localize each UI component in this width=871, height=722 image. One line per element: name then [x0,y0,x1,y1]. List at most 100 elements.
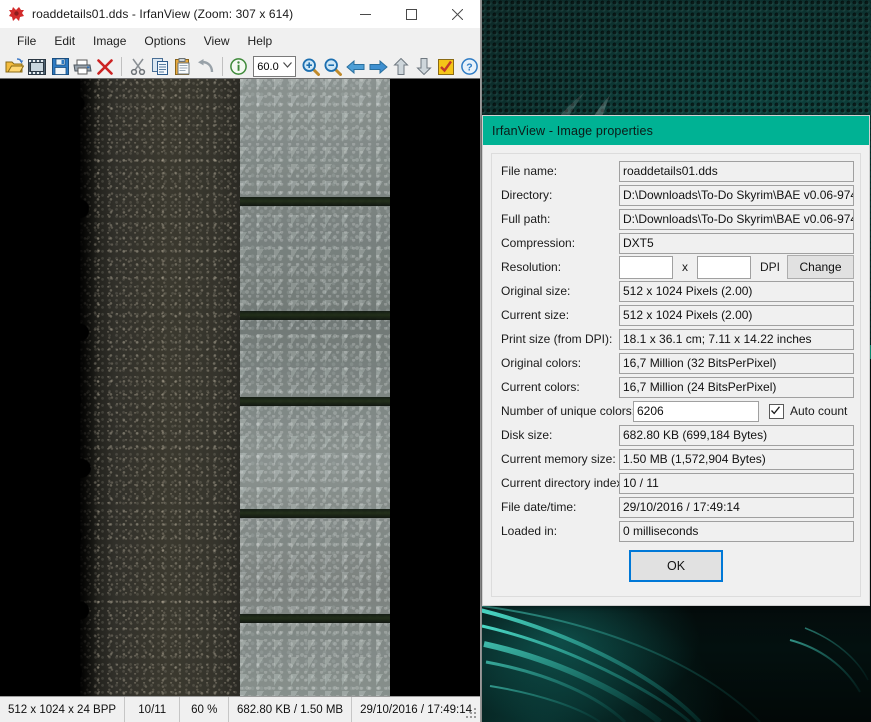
zoom-in-icon[interactable] [300,55,322,78]
menu-help[interactable]: Help [239,31,282,51]
status-index: 10/11 [125,697,181,722]
last-icon[interactable] [413,55,435,78]
field-row-original-colors: Original colors: 16,7 Million (32 BitsPe… [492,352,860,374]
label-current-colors: Current colors: [501,380,580,394]
change-resolution-button[interactable]: Change [787,255,854,279]
save-icon[interactable] [49,55,71,78]
label-print-size: Print size (from DPI): [501,332,613,346]
minimize-icon[interactable] [342,0,388,28]
field-row-full-path: Full path: D:\Downloads\To-Do Skyrim\BAE… [492,208,860,230]
label-directory-index: Current directory index: [501,476,626,490]
image-right-padding [390,79,480,697]
auto-count-checkbox-wrap[interactable]: Auto count [769,403,847,419]
cobble-mortar-line [240,614,390,623]
close-icon[interactable] [434,0,480,28]
dialog-titlebar[interactable]: IrfanView - Image properties [483,116,869,145]
menu-view[interactable]: View [195,31,239,51]
field-row-unique-colors: Number of unique colors: 6206 Auto count [492,400,860,422]
maximize-icon[interactable] [388,0,434,28]
value-file-datetime[interactable]: 29/10/2016 / 17:49:14 [619,496,854,518]
image-asphalt-region [54,79,240,697]
value-current-colors[interactable]: 16,7 Million (24 BitsPerPixel) [619,376,854,398]
resolution-unit-label: DPI [760,260,781,274]
field-row-memory-size: Current memory size: 1.50 MB (1,572,904 … [492,448,860,470]
chevron-down-icon [282,62,292,68]
irfanview-icon [8,5,26,23]
resolution-height-input[interactable] [697,255,751,279]
label-file-datetime: File date/time: [501,500,577,514]
cut-icon[interactable] [127,55,149,78]
first-icon[interactable] [390,55,412,78]
value-compression[interactable]: DXT5 [619,232,854,254]
window-title: roaddetails01.dds - IrfanView (Zoom: 307… [32,7,294,21]
window-titlebar[interactable]: roaddetails01.dds - IrfanView (Zoom: 307… [0,0,480,29]
value-original-size[interactable]: 512 x 1024 Pixels (2.00) [619,280,854,302]
resolution-width-input[interactable] [619,255,673,279]
field-row-file-datetime: File date/time: 29/10/2016 / 17:49:14 [492,496,860,518]
value-disk-size[interactable]: 682.80 KB (699,184 Bytes) [619,424,854,446]
value-directory[interactable]: D:\Downloads\To-Do Skyrim\BAE v0.06-974-… [619,184,854,206]
checkmark-icon [771,405,781,414]
field-row-current-size: Current size: 512 x 1024 Pixels (2.00) [492,304,860,326]
statusbar: 512 x 1024 x 24 BPP 10/11 60 % 682.80 KB… [0,696,480,722]
info-icon[interactable] [228,55,250,78]
field-row-resolution: Resolution: x DPI Change [492,255,860,279]
field-row-directory: Directory: D:\Downloads\To-Do Skyrim\BAE… [492,184,860,206]
auto-count-checkbox[interactable] [769,403,784,419]
zoom-out-icon[interactable] [322,55,344,78]
value-full-path[interactable]: D:\Downloads\To-Do Skyrim\BAE v0.06-974-… [619,208,854,230]
status-zoom: 60 % [180,697,229,722]
ok-button[interactable]: OK [629,550,723,582]
menu-image[interactable]: Image [84,31,135,51]
resize-grip-icon[interactable] [465,707,477,719]
value-print-size[interactable]: 18.1 x 36.1 cm; 7.11 x 14.22 inches [619,328,854,350]
dialog-body: File name: roaddetails01.dds Directory: … [491,153,861,597]
label-original-colors: Original colors: [501,356,582,370]
toolbar-separator [221,57,223,76]
undo-icon[interactable] [195,55,217,78]
zoom-combo[interactable]: 60.0 [253,56,296,77]
zoom-value: 60.0 [257,60,279,73]
help-icon[interactable]: ? [458,55,480,78]
menu-edit[interactable]: Edit [45,31,84,51]
label-current-size: Current size: [501,308,570,322]
label-resolution: Resolution: [501,260,562,274]
dialog-button-bar: OK [492,550,860,582]
next-icon[interactable] [368,55,390,78]
cobble-mortar-line [240,197,390,206]
field-row-original-size: Original size: 512 x 1024 Pixels (2.00) [492,280,860,302]
thumbnails-icon[interactable] [27,55,49,78]
value-unique-colors[interactable]: 6206 [633,400,759,422]
label-directory: Directory: [501,188,553,202]
field-row-directory-index: Current directory index: 10 / 11 [492,472,860,494]
label-file-name: File name: [501,164,558,178]
window-controls [342,0,480,28]
image-properties-dialog: IrfanView - Image properties File name: … [482,115,870,606]
status-dimensions: 512 x 1024 x 24 BPP [0,697,126,722]
slideshow-icon[interactable] [436,55,458,78]
image-canvas[interactable] [0,78,480,697]
irfanview-main-window: roaddetails01.dds - IrfanView (Zoom: 307… [0,0,481,722]
label-compression: Compression: [501,236,576,250]
value-memory-size[interactable]: 1.50 MB (1,572,904 Bytes) [619,448,854,470]
field-row-loaded-in: Loaded in: 0 milliseconds [492,520,860,542]
value-directory-index[interactable]: 10 / 11 [619,472,854,494]
value-original-colors[interactable]: 16,7 Million (32 BitsPerPixel) [619,352,854,374]
cobble-mortar-line [240,311,390,320]
field-row-compression: Compression: DXT5 [492,232,860,254]
label-memory-size: Current memory size: [501,452,616,466]
copy-icon[interactable] [150,55,172,78]
value-current-size[interactable]: 512 x 1024 Pixels (2.00) [619,304,854,326]
open-icon[interactable] [4,55,26,78]
previous-icon[interactable] [345,55,367,78]
menu-options[interactable]: Options [135,31,194,51]
menu-file[interactable]: File [8,31,45,51]
print-icon[interactable] [72,55,94,78]
delete-icon[interactable] [95,55,117,78]
status-size: 682.80 KB / 1.50 MB [229,697,353,722]
paste-icon[interactable] [172,55,194,78]
label-disk-size: Disk size: [501,428,553,442]
value-file-name[interactable]: roaddetails01.dds [619,160,854,182]
value-loaded-in[interactable]: 0 milliseconds [619,520,854,542]
field-row-file-name: File name: roaddetails01.dds [492,160,860,182]
